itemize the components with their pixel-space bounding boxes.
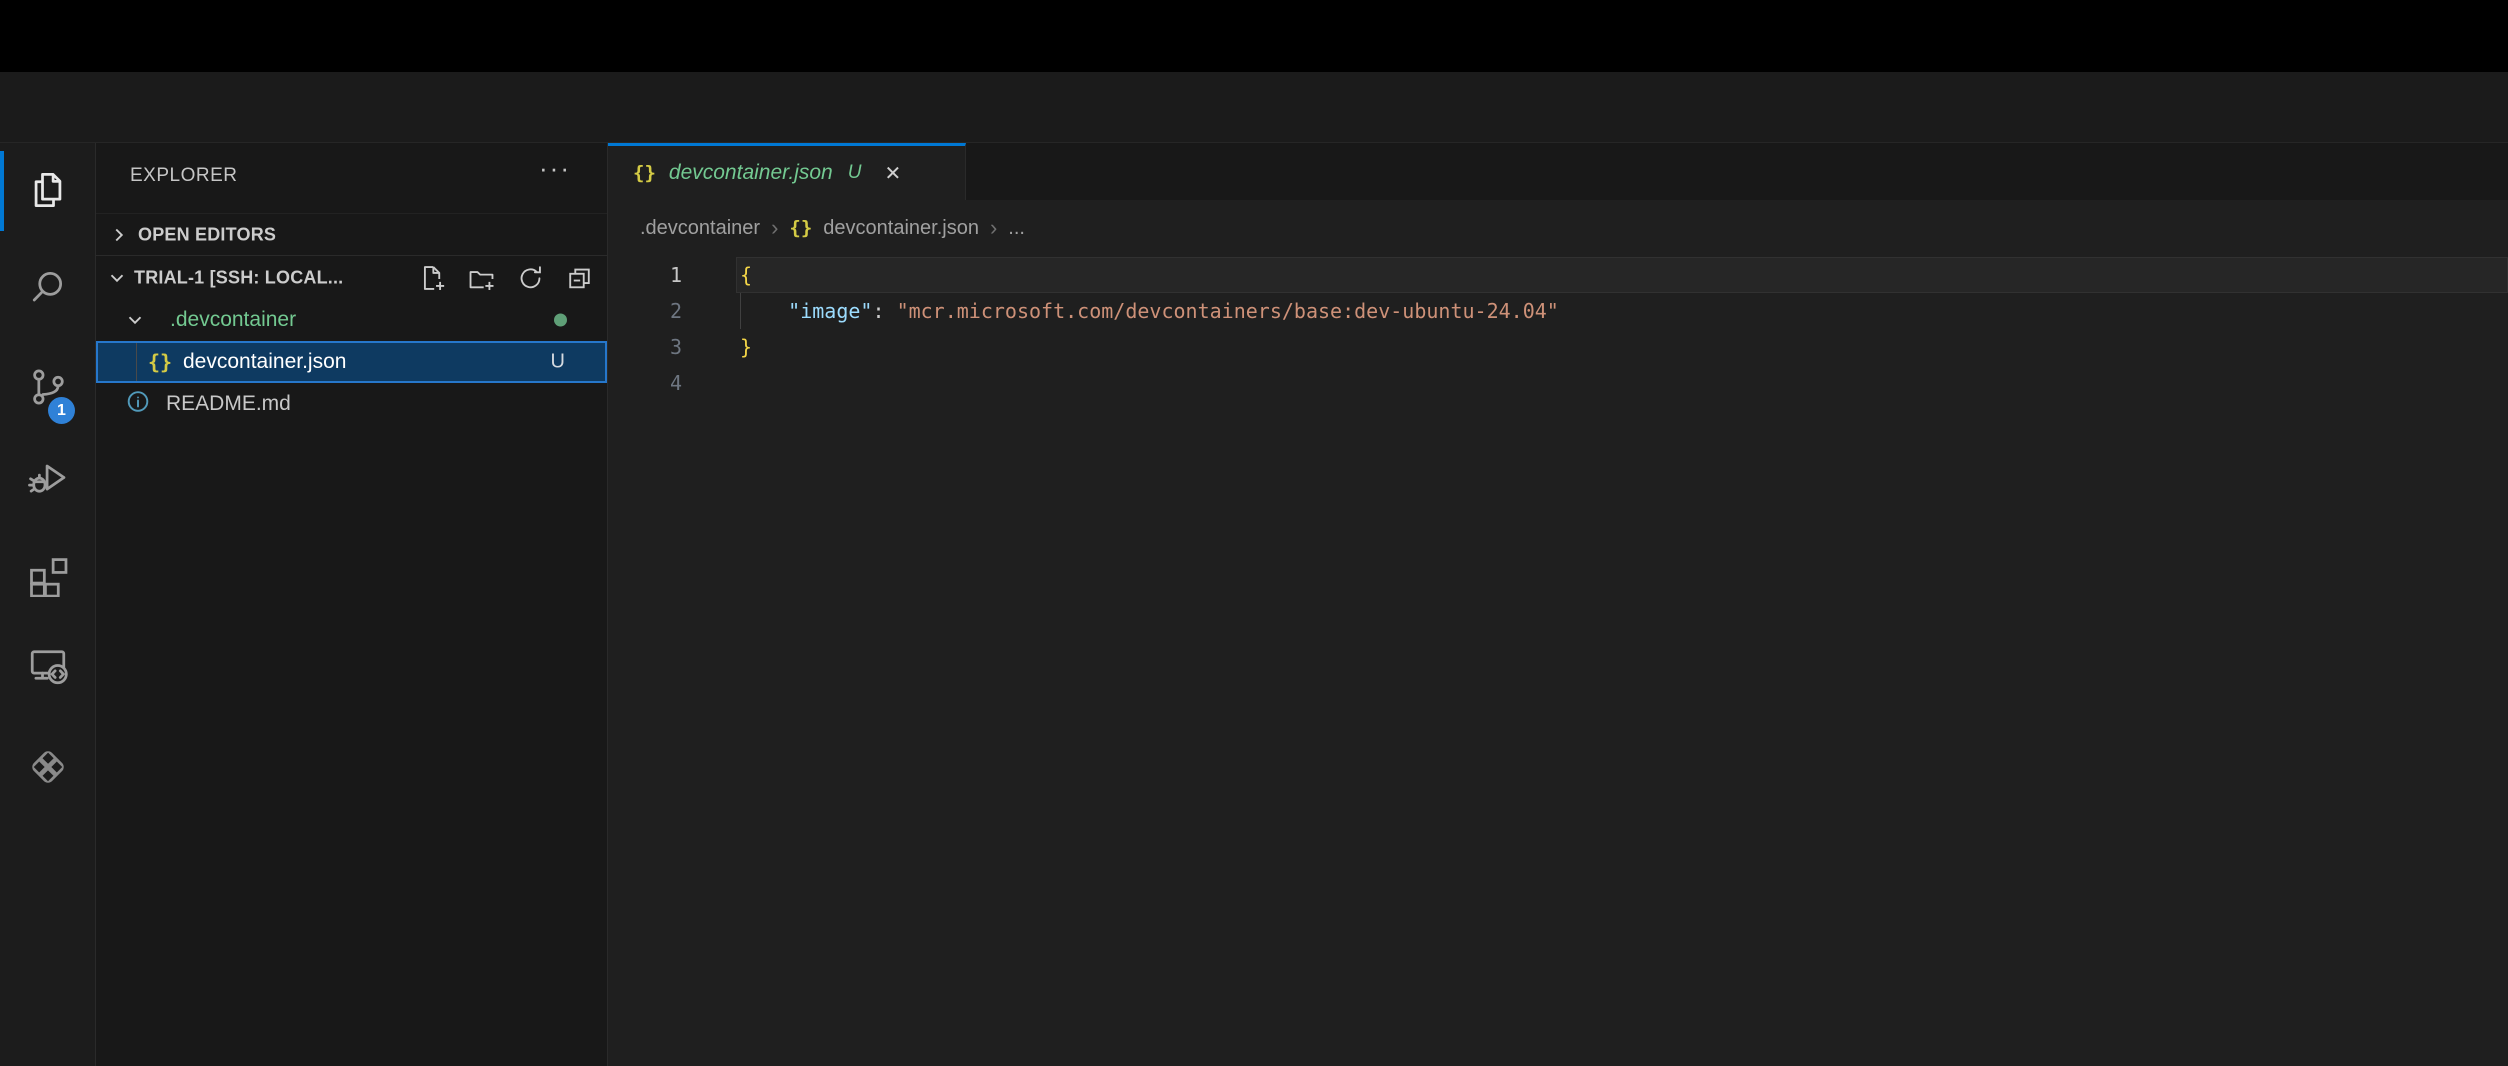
- file-name: devcontainer.json: [183, 350, 346, 374]
- search-sidebar-icon[interactable]: [26, 267, 70, 311]
- more-actions-icon[interactable]: ···: [539, 153, 571, 184]
- run-debug-icon[interactable]: [26, 455, 70, 499]
- tab-label: devcontainer.json: [669, 161, 833, 185]
- modified-dot-badge: [554, 314, 567, 327]
- markdown-info-icon: [126, 390, 150, 419]
- json-file-icon: {}: [633, 162, 656, 184]
- code-token: }: [740, 335, 752, 359]
- new-folder-icon[interactable]: [468, 264, 495, 291]
- explorer-icon[interactable]: [26, 168, 70, 212]
- code-line-2: 2 "image": "mcr.microsoft.com/devcontain…: [608, 293, 2508, 329]
- code-area[interactable]: 1 { 2 "image": "mcr.microsoft.com/devcon…: [608, 256, 2508, 1066]
- sidebar-header: EXPLORER ···: [96, 143, 607, 209]
- tree-item-devcontainer-folder[interactable]: .devcontainer: [96, 299, 607, 341]
- breadcrumb: .devcontainer › {} devcontainer.json › .…: [608, 200, 2508, 256]
- code-token: [740, 299, 788, 323]
- code-line-1: 1 {: [608, 257, 2508, 293]
- line-number: 2: [608, 293, 682, 329]
- workspace-section[interactable]: TRIAL-1 [SSH: LOCAL...: [96, 255, 607, 299]
- breadcrumb-separator: ›: [990, 215, 997, 241]
- tab-devcontainer-json[interactable]: {} devcontainer.json U ✕: [608, 143, 966, 200]
- code-token: {: [740, 263, 752, 287]
- close-tab-icon[interactable]: ✕: [884, 161, 901, 186]
- breadcrumb-separator: ›: [771, 215, 778, 241]
- tree-indent-guide: [136, 343, 137, 381]
- workspace-actions: [419, 264, 593, 291]
- breadcrumb-symbol[interactable]: ...: [1008, 217, 1025, 240]
- active-tab-indicator: [0, 151, 4, 231]
- open-editors-label: OPEN EDITORS: [138, 224, 276, 245]
- title-bar: ← → Trial-1 [SSH: localhost:32772]: [0, 72, 2508, 143]
- activity-bar: 1: [0, 143, 96, 1066]
- code-token: "mcr.microsoft.com/devcontainers/base:de…: [897, 299, 1559, 323]
- extensions-icon[interactable]: [26, 553, 70, 597]
- tree-item-readme[interactable]: README.md: [96, 383, 607, 425]
- json-file-icon: {}: [148, 350, 172, 374]
- editor-group: {} devcontainer.json U ✕ .devcontainer ›…: [608, 143, 2508, 1066]
- breadcrumb-folder[interactable]: .devcontainer: [640, 217, 760, 240]
- refresh-icon[interactable]: [517, 264, 544, 291]
- code-token: :: [872, 299, 896, 323]
- chevron-down-icon: [106, 267, 128, 289]
- chevron-right-icon: [108, 224, 130, 246]
- remote-explorer-icon[interactable]: [26, 643, 70, 687]
- breadcrumb-file[interactable]: devcontainer.json: [823, 217, 979, 240]
- explorer-sidebar: EXPLORER ··· OPEN EDITORS TRIAL-1 [SSH: …: [96, 143, 608, 1066]
- line-number: 1: [608, 257, 682, 293]
- code-token: "image": [788, 299, 872, 323]
- chevron-down-icon: [124, 309, 146, 331]
- json-file-icon: {}: [789, 217, 812, 239]
- tree-item-devcontainer-json[interactable]: {} devcontainer.json U: [96, 341, 607, 383]
- tab-git-badge: U: [848, 162, 862, 184]
- source-control-badge: 1: [48, 397, 75, 424]
- workspace-label: TRIAL-1 [SSH: LOCAL...: [134, 267, 343, 288]
- git-untracked-badge: U: [551, 351, 565, 374]
- code-line-4: 4: [608, 365, 2508, 401]
- line-number: 4: [608, 365, 682, 401]
- line-number: 3: [608, 329, 682, 365]
- file-name: README.md: [166, 392, 291, 416]
- new-file-icon[interactable]: [419, 264, 446, 291]
- sidebar-title: EXPLORER: [130, 165, 237, 187]
- collapse-all-icon[interactable]: [566, 264, 593, 291]
- macos-top-strip: [0, 0, 2508, 72]
- folder-name: .devcontainer: [170, 308, 296, 332]
- code-line-3: 3 }: [608, 329, 2508, 365]
- azure-icon[interactable]: [26, 745, 70, 789]
- open-editors-section[interactable]: OPEN EDITORS: [96, 213, 607, 255]
- tab-bar: {} devcontainer.json U ✕: [608, 143, 2508, 200]
